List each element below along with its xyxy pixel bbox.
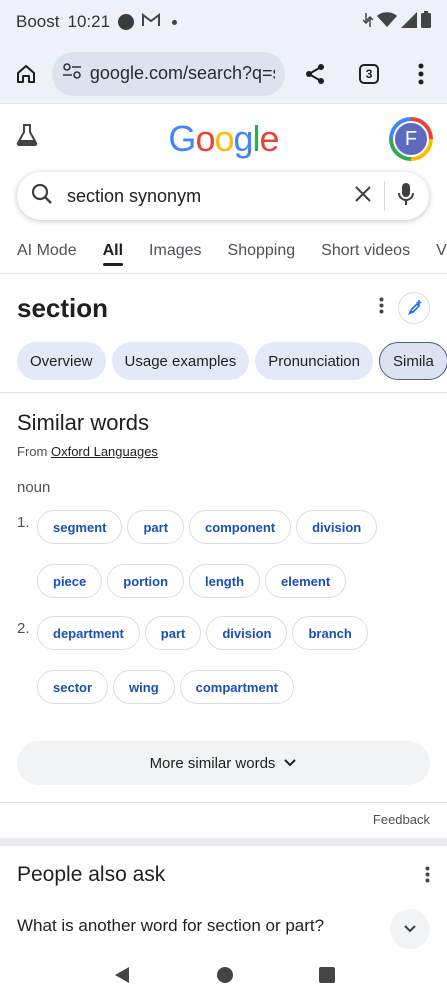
source-line: From Oxford Languages [17,444,158,459]
more-options-icon[interactable] [379,297,384,319]
carrier-label: Boost [16,12,60,31]
google-logo-letter: G [168,118,196,159]
account-avatar-ring[interactable]: F [389,117,433,161]
similar-word-chip[interactable]: element [265,564,347,598]
browser-menu-icon[interactable] [405,58,437,90]
more-similar-words-button[interactable]: More similar words [17,741,430,785]
expand-chevron-icon[interactable] [390,909,430,949]
home-icon[interactable] [10,58,42,90]
battery-icon [421,11,431,33]
tab-ai-mode[interactable]: AI Mode [17,228,77,273]
search-divider [384,181,385,211]
similar-word-chip[interactable]: part [144,616,202,650]
status-time: 10:21 [67,12,111,31]
similar-word-chip[interactable]: department [37,616,140,650]
tab-count: 3 [359,63,380,84]
url-bar[interactable]: google.com/search?q=section+synonym [51,51,286,96]
share-icon[interactable] [299,58,331,90]
tab-shopping[interactable]: Shopping [228,228,296,273]
people-also-ask-title: People also ask [17,863,166,886]
tab-all[interactable]: All [102,228,124,273]
divider [0,392,447,393]
similar-word-chip[interactable]: sector [37,670,109,704]
similar-word-chip[interactable]: division [206,616,288,650]
search-box[interactable]: section synonym [17,172,429,220]
chevron-down-icon [283,755,297,772]
similar-word-row: piece portion length element [37,564,347,598]
clear-icon[interactable] [354,185,372,208]
microphone-icon[interactable] [397,182,415,211]
similar-word-row: sector wing compartment [37,670,294,704]
word-header: section [17,286,430,330]
signal-icon [401,11,417,33]
similar-word-chip[interactable]: component [189,510,292,544]
google-logo: Google [168,118,280,160]
wifi-icon [377,11,397,33]
similar-word-row: department part division branch [37,616,368,650]
browser-toolbar: google.com/search?q=section+synonym 3 [0,44,447,104]
status-bar: Boost 10:21 [0,0,447,44]
sense-number: 1. [17,514,30,531]
section-separator [0,838,447,846]
avatar: F [393,121,429,157]
search-input[interactable]: section synonym [67,186,354,207]
chip-usage-examples[interactable]: Usage examples [111,342,250,380]
similar-word-chip[interactable]: portion [107,564,185,598]
labs-flask-icon[interactable] [14,122,40,153]
chip-pronunciation[interactable]: Pronunciation [255,342,373,380]
gmail-icon [142,12,161,32]
tab-vi[interactable]: Vi [436,228,447,273]
similar-word-chip[interactable]: part [127,510,185,544]
source-prefix: From [17,444,48,459]
system-nav-bar [0,954,447,1000]
data-transfer-icon [362,12,374,33]
more-notifications-icon [172,19,178,25]
similar-word-chip[interactable]: length [189,564,261,598]
recents-icon[interactable] [318,966,335,988]
similar-word-row: segment part component division [37,510,378,544]
similar-word-chip[interactable]: segment [37,510,123,544]
search-tabs: AI Mode All Images Shopping Short videos Vi [0,228,447,274]
tab-switcher-button[interactable]: 3 [353,58,385,90]
google-logo-letter: g [233,118,254,159]
similar-words-title: Similar words [17,410,150,435]
paa-more-options-icon[interactable] [425,866,430,888]
home-circle-icon[interactable] [216,966,234,989]
similar-word-chip[interactable]: piece [37,564,103,598]
divider [0,802,447,803]
similar-word-chip[interactable]: branch [292,616,368,650]
oxford-languages-link[interactable]: Oxford Languages [51,444,158,459]
tab-images[interactable]: Images [149,228,201,273]
google-header: Google F [0,104,447,170]
feedback-link[interactable]: Feedback [373,812,430,827]
more-similar-words-label: More similar words [149,754,276,772]
notification-dot-icon [118,14,135,30]
google-logo-letter: o [195,118,215,159]
google-logo-letter: o [214,118,234,159]
google-logo-letter: e [259,118,280,159]
search-icon [31,183,53,210]
chip-overview[interactable]: Overview [17,342,106,380]
similar-word-chip[interactable]: wing [113,670,175,704]
back-icon[interactable] [113,966,131,989]
similar-word-chip[interactable]: compartment [179,670,294,704]
site-settings-icon[interactable] [62,62,82,85]
part-of-speech: noun [17,479,51,496]
chip-simila[interactable]: Simila [378,342,447,380]
tab-short-videos[interactable]: Short videos [321,228,410,273]
similar-word-chip[interactable]: division [296,510,378,544]
word-section-chips: Overview Usage examples Pronunciation Simil… [17,342,447,382]
url-text: google.com/search?q=section+synonym [89,63,275,83]
paa-question[interactable]: What is another word for section or part… [17,916,324,936]
word-title: section [17,292,109,323]
sense-number: 2. [17,620,30,637]
add-to-collection-icon[interactable] [398,292,430,324]
